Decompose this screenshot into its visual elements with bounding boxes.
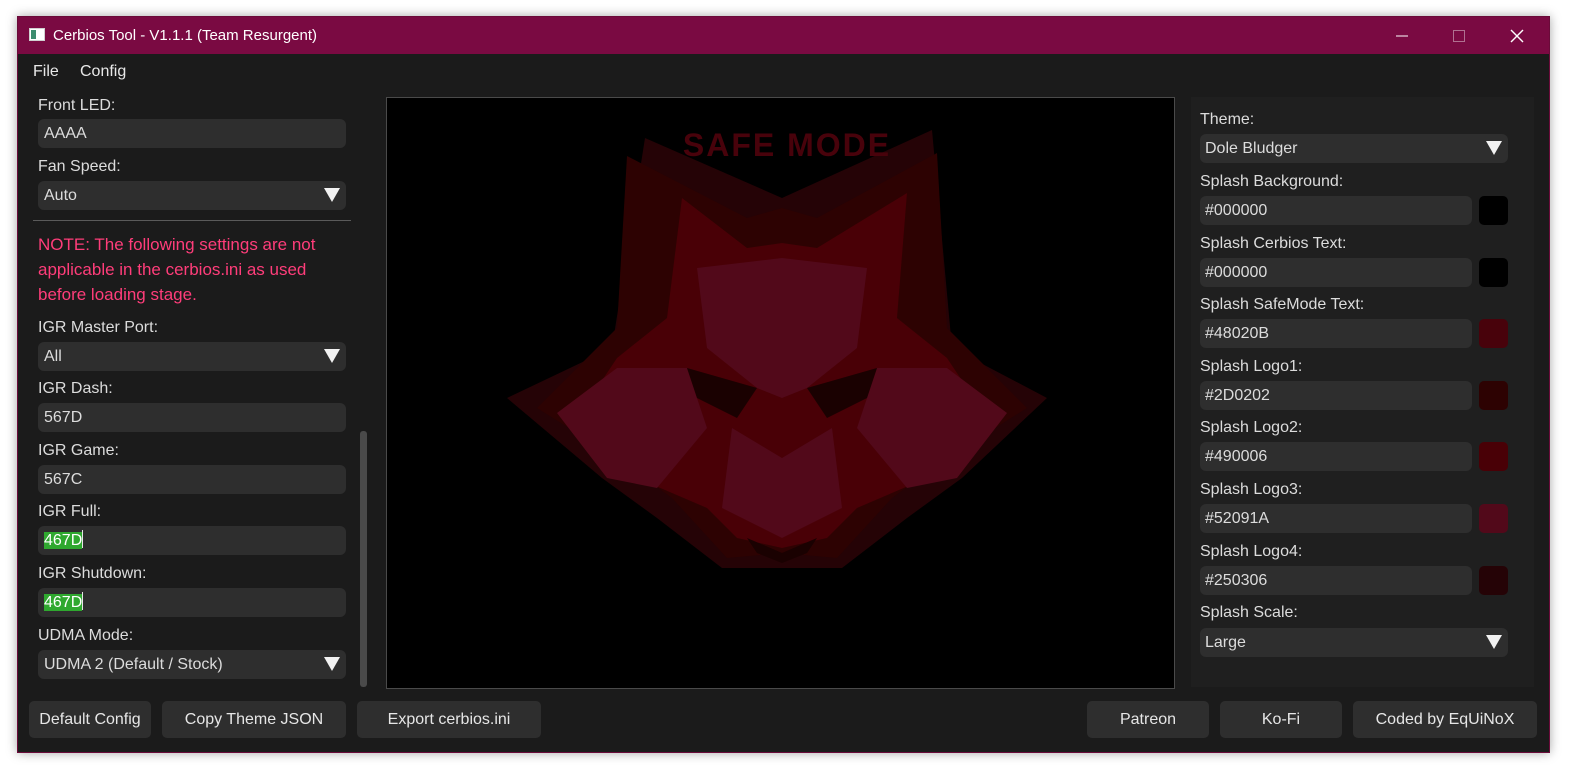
note-text: NOTE: The following settings are not app… [38,235,316,304]
fan-speed-label: Fan Speed: [38,158,121,175]
patreon-button[interactable]: Patreon [1087,701,1209,738]
splash-scale-label: Splash Scale: [1200,604,1298,621]
igr-full-input[interactable]: 467D [38,526,346,555]
splash-background-label: Splash Background: [1200,173,1344,190]
theme-select[interactable]: Dole Bludger [1200,134,1508,163]
splash-logo1-input[interactable]: #2D0202 [1200,381,1472,410]
title-bar[interactable]: Cerbios Tool - V1.1.1 (Team Resurgent) [18,17,1549,54]
igr-master-port-value: All [44,348,62,365]
splash-logo2-swatch[interactable] [1479,442,1508,471]
menu-bar: File Config [18,54,1549,87]
igr-shutdown-label: IGR Shutdown: [38,565,147,582]
minimize-icon [1396,35,1408,36]
splash-logo3-label: Splash Logo3: [1200,481,1303,498]
lynx-logo-icon: SAFE MODE [507,127,1047,568]
fan-speed-select[interactable]: Auto [38,181,346,210]
fan-speed-value: Auto [44,187,77,204]
splash-logo4-label: Splash Logo4: [1200,543,1303,560]
coded-by-button[interactable]: Coded by EqUiNoX [1353,701,1537,738]
default-config-button[interactable]: Default Config [29,701,151,738]
front-led-label: Front LED: [38,97,116,114]
dropdown-arrow-icon [324,188,340,202]
menu-file[interactable]: File [33,63,59,81]
igr-game-label: IGR Game: [38,442,119,459]
splash-logo1-swatch[interactable] [1479,381,1508,410]
igr-shutdown-input[interactable]: 467D [38,588,346,617]
udma-mode-label: UDMA Mode: [38,627,134,644]
menu-config[interactable]: Config [80,63,126,81]
theme-value: Dole Bludger [1205,140,1298,157]
maximize-button[interactable] [1431,17,1487,54]
dropdown-arrow-icon [1486,141,1502,155]
splash-preview: SAFE MODE [386,97,1175,689]
splash-scale-value: Large [1205,634,1246,651]
divider [33,220,351,221]
copy-theme-json-button[interactable]: Copy Theme JSON [162,701,346,738]
igr-dash-label: IGR Dash: [38,380,113,397]
igr-game-input[interactable]: 567C [38,465,346,494]
splash-logo2-label: Splash Logo2: [1200,419,1303,436]
splash-logo4-input[interactable]: #250306 [1200,566,1472,595]
splash-safemode-text-label: Splash SafeMode Text: [1200,296,1365,313]
minimize-button[interactable] [1374,17,1430,54]
app-icon [29,28,45,41]
text-caret [82,530,84,549]
udma-mode-select[interactable]: UDMA 2 (Default / Stock) [38,650,346,679]
dropdown-arrow-icon [324,657,340,671]
igr-full-label: IGR Full: [38,503,102,520]
splash-scale-select[interactable]: Large [1200,628,1508,657]
splash-cerbios-text-swatch[interactable] [1479,258,1508,287]
dropdown-arrow-icon [324,349,340,363]
igr-dash-input[interactable]: 567D [38,403,346,432]
splash-logo3-input[interactable]: #52091A [1200,504,1472,533]
theme-panel-right: Theme: Dole Bludger Splash Background: #… [1191,97,1534,687]
splash-safemode-text-swatch[interactable] [1479,319,1508,348]
splash-logo2-input[interactable]: #490006 [1200,442,1472,471]
left-panel-scrollbar[interactable] [360,431,367,687]
igr-master-port-label: IGR Master Port: [38,319,159,336]
close-button[interactable] [1489,17,1545,54]
front-led-input[interactable]: AAAA [38,119,346,148]
splash-logo4-swatch[interactable] [1479,566,1508,595]
selected-text: 467D [44,594,83,611]
safe-mode-text: SAFE MODE [683,127,891,163]
splash-cerbios-text-input[interactable]: #000000 [1200,258,1472,287]
kofi-button[interactable]: Ko-Fi [1220,701,1342,738]
udma-mode-value: UDMA 2 (Default / Stock) [44,656,223,673]
splash-background-swatch[interactable] [1479,196,1508,225]
splash-logo1-label: Splash Logo1: [1200,358,1303,375]
splash-background-input[interactable]: #000000 [1200,196,1472,225]
theme-label: Theme: [1200,111,1255,128]
export-cerbios-ini-button[interactable]: Export cerbios.ini [357,701,541,738]
splash-logo3-swatch[interactable] [1479,504,1508,533]
maximize-icon [1453,29,1465,42]
igr-master-port-select[interactable]: All [38,342,346,371]
splash-cerbios-text-label: Splash Cerbios Text: [1200,235,1347,252]
settings-panel-left: Front LED: AAAA Fan Speed: Auto NOTE: Th… [30,97,376,689]
dropdown-arrow-icon [1486,635,1502,649]
close-icon [1510,29,1524,42]
window-title: Cerbios Tool - V1.1.1 (Team Resurgent) [53,27,318,44]
selected-text: 467D [44,532,83,549]
splash-safemode-text-input[interactable]: #48020B [1200,319,1472,348]
text-caret [82,592,84,611]
app-window: Cerbios Tool - V1.1.1 (Team Resurgent) F… [17,16,1550,753]
